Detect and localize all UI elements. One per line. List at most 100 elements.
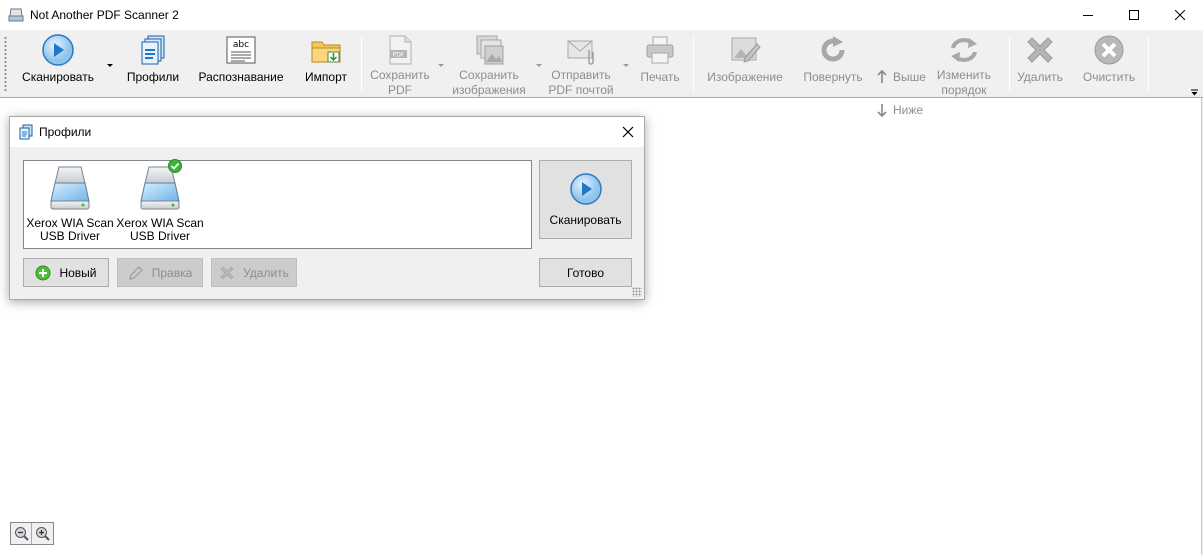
edit-profile-button[interactable]: Правка (117, 258, 203, 287)
profile-item[interactable]: Xerox WIA Scan USB Driver (26, 163, 114, 247)
email-pdf-label-2: PDF почтой (548, 83, 614, 97)
arrow-up-icon (877, 70, 887, 83)
done-label: Готово (566, 265, 605, 280)
save-pdf-label-1: Сохранить (370, 68, 430, 82)
arrow-down-icon (877, 104, 887, 117)
email-envelope-icon (565, 34, 597, 66)
delete-x-icon (1024, 34, 1056, 66)
dialog-resize-grip[interactable] (632, 287, 642, 297)
ocr-label: Распознавание (198, 70, 284, 84)
import-button[interactable]: Импорт (298, 32, 354, 96)
profile-list[interactable]: Xerox WIA Scan USB Driver Xerox WIA Scan… (23, 159, 532, 249)
printer-icon (644, 34, 676, 66)
scan-button[interactable]: Сканировать (18, 32, 98, 96)
toolbar-separator (693, 36, 694, 92)
dialog-close-button[interactable] (620, 124, 636, 140)
scan-play-icon (42, 34, 74, 66)
ocr-button[interactable]: abc Распознавание (194, 32, 288, 96)
profile-name-2: USB Driver (39, 229, 100, 243)
email-pdf-dropdown-arrow[interactable] (623, 64, 629, 67)
done-button[interactable]: Готово (539, 258, 632, 287)
save-pdf-label-2: PDF (387, 83, 412, 97)
toolbar-overflow-button[interactable] (1190, 86, 1199, 96)
profile-item[interactable]: Xerox WIA Scan USB Driver (116, 159, 204, 247)
svg-text:PDF: PDF (393, 52, 405, 59)
print-label: Печать (640, 70, 680, 84)
clear-label: Очистить (1082, 70, 1136, 84)
add-icon (35, 265, 51, 281)
profiles-dialog-icon (18, 124, 34, 140)
reorder-button[interactable]: Изменить порядок (931, 32, 997, 97)
ocr-abc-icon: abc (225, 34, 257, 66)
zoom-out-button[interactable] (11, 523, 32, 544)
clear-circle-x-icon (1093, 34, 1125, 66)
default-check-icon (168, 159, 182, 173)
window-title: Not Another PDF Scanner 2 (30, 8, 179, 22)
minimize-button[interactable] (1065, 0, 1111, 30)
scanner-app-icon (8, 7, 24, 23)
scan-dropdown-arrow[interactable] (107, 64, 113, 67)
scanner-icon (49, 165, 91, 211)
delete-label: Удалить (1017, 70, 1063, 84)
email-pdf-label-1: Отправить (551, 68, 611, 82)
maximize-icon (1129, 10, 1139, 20)
profiles-dialog: Профили Xerox WIA Scan USB Driver Xerox … (9, 116, 645, 300)
delete-profile-label: Удалить (243, 265, 289, 280)
image-label: Изображение (707, 70, 783, 84)
email-pdf-button[interactable]: Отправить PDF почтой (544, 32, 618, 97)
main-toolbar: Сканировать Профили abc Распознавание Им… (0, 30, 1203, 117)
rotate-label: Повернуть (803, 70, 863, 84)
toolbar-separator (1148, 36, 1149, 92)
overflow-chevron-icon (1191, 89, 1198, 96)
minimize-icon (1083, 15, 1093, 16)
move-down-label: Ниже (893, 103, 924, 117)
scan-label: Сканировать (22, 70, 94, 84)
dialog-title: Профили (39, 125, 92, 139)
svg-text:abc: abc (233, 40, 249, 50)
save-pdf-dropdown-arrow[interactable] (438, 64, 444, 67)
pdf-file-icon: PDF (384, 34, 416, 66)
import-label: Импорт (305, 70, 347, 84)
save-images-label-2: изображения (452, 83, 526, 97)
zoom-controls (10, 522, 54, 545)
scan-play-icon (569, 172, 602, 205)
delete-x-icon (219, 265, 235, 281)
save-images-button[interactable]: Сохранить изображения (447, 32, 531, 97)
zoom-out-icon (14, 527, 29, 541)
title-bar: Not Another PDF Scanner 2 (0, 0, 1203, 30)
toolbar-separator (361, 36, 362, 92)
new-profile-label: Новый (59, 265, 97, 280)
save-images-dropdown-arrow[interactable] (536, 64, 542, 67)
profiles-icon (137, 34, 169, 66)
toolbar-grip[interactable] (4, 36, 7, 92)
save-images-label-1: Сохранить (459, 68, 519, 82)
save-pdf-button[interactable]: PDF Сохранить PDF (366, 32, 434, 97)
edit-profile-label: Правка (151, 265, 193, 280)
delete-profile-button[interactable]: Удалить (211, 258, 297, 287)
profile-name-2: USB Driver (129, 229, 190, 243)
move-up-label: Выше (893, 70, 926, 84)
reorder-label-1: Изменить (936, 68, 992, 82)
close-icon (622, 126, 634, 138)
clear-button[interactable]: Очистить (1078, 32, 1140, 96)
print-button[interactable]: Печать (635, 32, 685, 96)
toolbar-separator (1009, 36, 1010, 92)
move-up-button[interactable]: Выше (876, 68, 926, 86)
rotate-button[interactable]: Повернуть (799, 32, 867, 96)
import-folder-icon (310, 34, 342, 66)
new-profile-button[interactable]: Новый (23, 258, 109, 287)
zoom-in-icon (36, 527, 50, 541)
image-edit-icon (729, 34, 761, 66)
scanner-icon (139, 159, 182, 211)
close-window-button[interactable] (1157, 0, 1203, 30)
profiles-button[interactable]: Профили (122, 32, 184, 96)
rotate-icon (817, 34, 849, 66)
delete-button[interactable]: Удалить (1014, 32, 1066, 96)
dialog-scan-button[interactable]: Сканировать (539, 160, 632, 239)
close-icon (1175, 10, 1185, 20)
image-button[interactable]: Изображение (702, 32, 788, 96)
save-images-icon (473, 34, 505, 66)
move-down-button[interactable]: Ниже (876, 101, 923, 119)
zoom-in-button[interactable] (32, 523, 53, 544)
maximize-button[interactable] (1111, 0, 1157, 30)
